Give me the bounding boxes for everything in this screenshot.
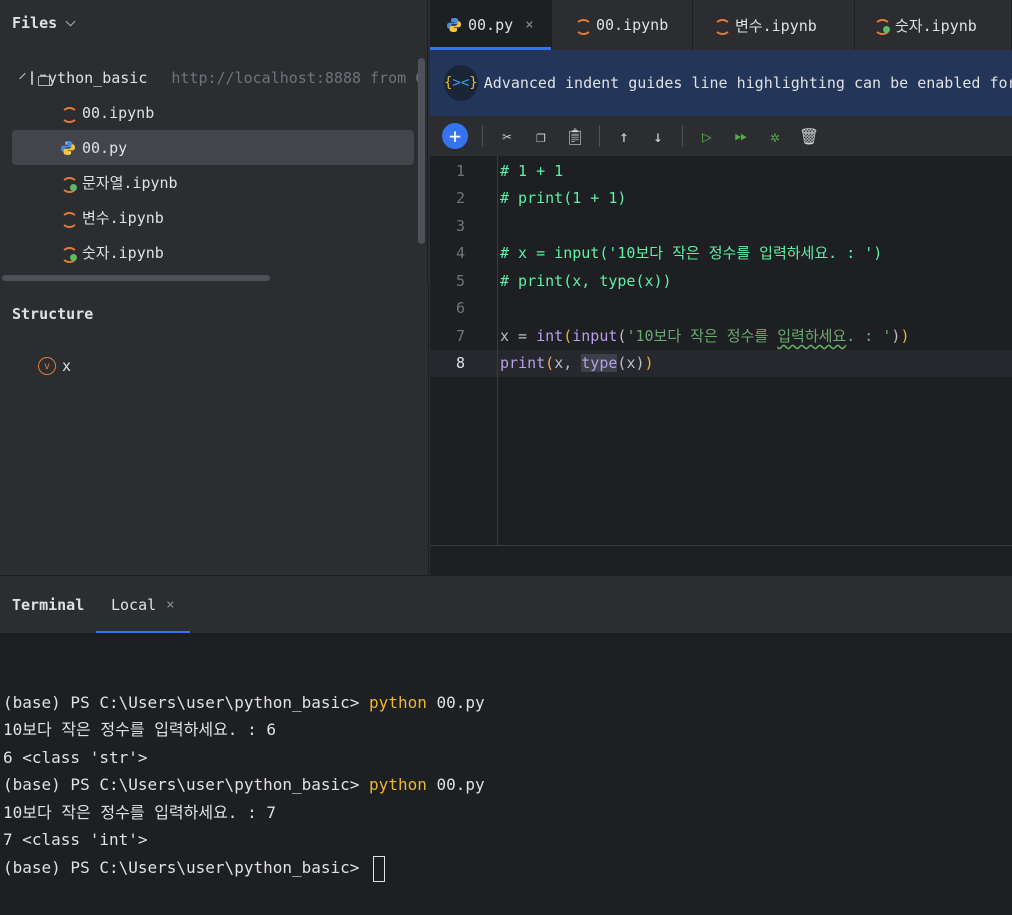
tab-00-ipynb[interactable]: 00.ipynb bbox=[552, 0, 693, 50]
terminal-line: (base) PS C:\Users\user\python_basic> py… bbox=[3, 693, 485, 712]
file-label: 00.py bbox=[82, 138, 128, 157]
file-label: 변수.ipynb bbox=[82, 209, 164, 227]
tab-label: 변수.ipynb bbox=[735, 16, 817, 35]
python-icon bbox=[61, 140, 75, 155]
terminal-line: 6 <class 'str'> bbox=[3, 748, 148, 767]
terminal-title: Terminal bbox=[12, 596, 85, 614]
tab-00-py[interactable]: 00.py × bbox=[430, 0, 552, 50]
toolbar-divider bbox=[599, 125, 600, 147]
line-number: 4 bbox=[455, 244, 465, 262]
file-item-숫자-ipynb[interactable]: 숫자.ipynb bbox=[12, 235, 414, 270]
editor: 00.py × 00.ipynb 변수.ipynb 숫자.ipynb {><} … bbox=[430, 0, 1012, 575]
chevron-down-icon[interactable] bbox=[65, 16, 76, 26]
file-label: 문자열.ipynb bbox=[82, 174, 178, 192]
move-down-icon[interactable]: ↓ bbox=[648, 126, 668, 146]
paste-icon[interactable]: 📋︎ bbox=[565, 126, 585, 146]
file-label: 숫자.ipynb bbox=[82, 244, 164, 262]
line-number: 2 bbox=[455, 189, 465, 207]
tab-local[interactable]: Local × bbox=[96, 576, 190, 634]
structure-title: Structure bbox=[12, 305, 94, 323]
tab-label: 숫자.ipynb bbox=[895, 16, 977, 35]
terminal-header: Terminal Local × bbox=[0, 575, 1012, 634]
jupyter-running-icon bbox=[873, 18, 891, 35]
code-line-5[interactable]: # print(x, type(x)) bbox=[500, 268, 672, 295]
code-line-8[interactable]: print(x, type(x)) bbox=[500, 350, 654, 377]
tab-label: Local bbox=[111, 596, 157, 614]
chevron-down-icon[interactable] bbox=[19, 72, 26, 79]
server-url-hint: http://localhost:8888 from C:/U bbox=[171, 68, 428, 87]
jupyter-icon bbox=[60, 106, 78, 123]
file-item-00-ipynb[interactable]: 00.ipynb bbox=[12, 95, 414, 130]
line-number: 3 bbox=[455, 217, 465, 235]
terminal-line: (base) PS C:\Users\user\python_basic> py… bbox=[3, 775, 485, 794]
close-icon[interactable]: × bbox=[525, 17, 533, 33]
jupyter-icon bbox=[60, 211, 78, 228]
code-line-1[interactable]: # 1 + 1 bbox=[500, 158, 563, 185]
jupyter-icon bbox=[713, 18, 731, 35]
files-header[interactable]: Files bbox=[12, 14, 76, 32]
files-title: Files bbox=[12, 14, 58, 32]
file-label: 00.ipynb bbox=[82, 103, 155, 122]
move-up-icon[interactable]: ↑ bbox=[614, 126, 634, 146]
add-cell-icon[interactable]: + bbox=[442, 123, 468, 149]
line-number-gutter: 1 2 3 4 5 6 7 8 bbox=[430, 156, 498, 546]
file-item-변수-ipynb[interactable]: 변수.ipynb bbox=[12, 200, 414, 235]
code-line-4[interactable]: # x = input('10보다 작은 정수를 입력하세요. : ') bbox=[500, 240, 882, 267]
files-panel: Files python_basic http://localhost:8888… bbox=[0, 0, 428, 284]
line-number: 5 bbox=[455, 272, 465, 290]
terminal-prompt-line[interactable]: (base) PS C:\Users\user\python_basic> bbox=[3, 854, 386, 882]
folder-label: python_basic bbox=[39, 68, 148, 87]
file-item-00-py[interactable]: 00.py bbox=[12, 130, 414, 165]
indent-guides-icon: {><} bbox=[444, 65, 478, 101]
terminal-line: 10보다 작은 정수를 입력하세요. : 7 bbox=[3, 803, 276, 822]
close-icon[interactable]: × bbox=[166, 597, 174, 613]
terminal-line: 10보다 작은 정수를 입력하세요. : 6 bbox=[3, 720, 276, 739]
line-number: 1 bbox=[455, 162, 465, 180]
copy-icon[interactable]: ❐ bbox=[531, 126, 551, 146]
toolbar-divider bbox=[682, 125, 683, 147]
run-cell-icon[interactable]: ▷ bbox=[697, 126, 717, 146]
terminal-line: 7 <class 'int'> bbox=[3, 830, 148, 849]
run-all-icon[interactable]: ⏩︎ bbox=[731, 126, 751, 146]
banner-text: Advanced indent guides line highlighting… bbox=[483, 74, 1012, 92]
jupyter-running-icon bbox=[60, 176, 78, 193]
structure-panel: Structure v x bbox=[0, 285, 429, 575]
notebook-toolbar: + ✂ ❐ 📋︎ ↑ ↓ ▷ ⏩︎ ✲ 🗑︎ bbox=[430, 116, 1012, 156]
variable-icon: v bbox=[38, 357, 56, 375]
cut-icon[interactable]: ✂ bbox=[497, 126, 517, 146]
code-line-7[interactable]: x = int(input('10보다 작은 정수를 입력하세요. : ')) bbox=[500, 323, 909, 350]
tab-변수-ipynb[interactable]: 변수.ipynb bbox=[693, 0, 855, 50]
delete-icon[interactable]: 🗑︎ bbox=[799, 126, 819, 146]
jupyter-running-icon bbox=[60, 246, 78, 263]
structure-item-label: x bbox=[62, 357, 72, 375]
line-number: 7 bbox=[455, 327, 465, 345]
terminal-output[interactable]: (base) PS C:\Users\user\python_basic> py… bbox=[0, 633, 1012, 915]
editor-tabs: 00.py × 00.ipynb 변수.ipynb 숫자.ipynb bbox=[430, 0, 1012, 50]
horizontal-scrollbar[interactable] bbox=[2, 275, 270, 281]
vertical-scrollbar[interactable] bbox=[418, 58, 425, 244]
tab-label: 00.ipynb bbox=[596, 16, 669, 34]
line-number: 6 bbox=[455, 299, 465, 317]
folder-python-basic[interactable]: python_basic http://localhost:8888 from … bbox=[19, 60, 427, 95]
tab-숫자-ipynb[interactable]: 숫자.ipynb bbox=[855, 0, 1012, 50]
line-number: 8 bbox=[455, 354, 465, 372]
python-icon bbox=[447, 18, 461, 32]
notification-banner: {><} Advanced indent guides line highlig… bbox=[430, 50, 1012, 116]
file-item-문자열-ipynb[interactable]: 문자열.ipynb bbox=[12, 165, 414, 200]
folder-icon bbox=[31, 70, 50, 86]
structure-item-x[interactable]: v x bbox=[38, 357, 71, 375]
toolbar-divider bbox=[482, 125, 483, 147]
editor-bottom-bar bbox=[430, 545, 1012, 575]
code-line-2[interactable]: # print(1 + 1) bbox=[500, 185, 626, 212]
jupyter-icon bbox=[574, 18, 592, 35]
debug-icon[interactable]: ✲ bbox=[765, 126, 785, 146]
terminal-cursor bbox=[373, 855, 386, 882]
tab-label: 00.py bbox=[468, 16, 514, 34]
